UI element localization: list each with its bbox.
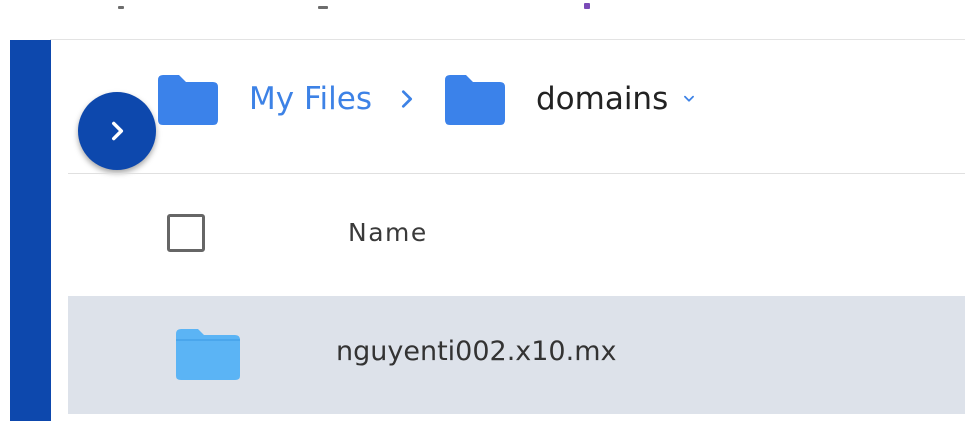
chevron-right-icon bbox=[112, 121, 124, 141]
toolbar-fragment bbox=[584, 3, 590, 9]
breadcrumb: My Files domains bbox=[155, 68, 696, 130]
top-divider bbox=[50, 39, 965, 40]
breadcrumb-root-link[interactable]: My Files bbox=[249, 81, 372, 117]
table-row[interactable]: nguyenti002.x10.mx bbox=[68, 296, 965, 414]
row-filename[interactable]: nguyenti002.x10.mx bbox=[336, 336, 616, 367]
sidebar bbox=[10, 40, 51, 421]
chevron-right-icon bbox=[401, 90, 413, 108]
folder-icon bbox=[158, 75, 218, 125]
breadcrumb-current-folder: domains bbox=[535, 81, 669, 117]
chevron-down-icon[interactable] bbox=[682, 92, 696, 106]
toolbar-fragment bbox=[118, 6, 124, 9]
top-toolbar-strip bbox=[0, 0, 965, 40]
toolbar-fragment bbox=[318, 6, 328, 9]
folder-icon bbox=[444, 75, 505, 125]
select-all-checkbox[interactable] bbox=[167, 214, 205, 252]
folder-icon bbox=[176, 329, 240, 380]
sidebar-toggle-button[interactable] bbox=[78, 92, 156, 170]
header-divider bbox=[68, 173, 965, 174]
column-header-name[interactable]: Name bbox=[348, 218, 428, 247]
